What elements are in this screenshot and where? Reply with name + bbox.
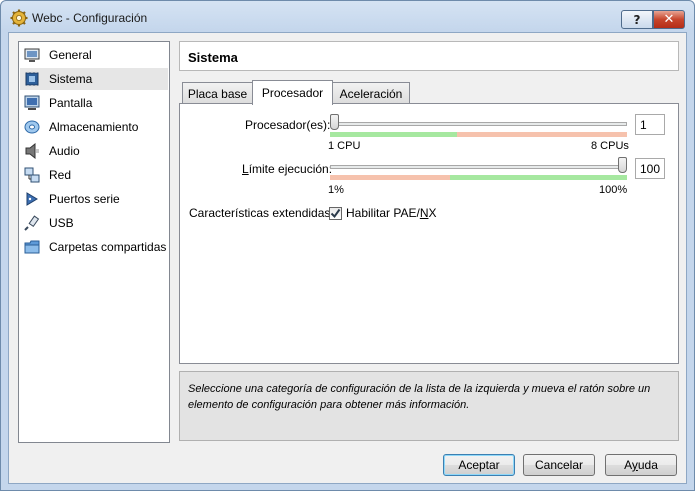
tab-panel: Procesador(es): 1 1 CPU 8 CPUs Límite ej… [179,103,679,364]
section-header: Sistema [179,41,679,71]
exec-cap-max-label: 100% [599,184,628,196]
help-title-label: ? [633,12,641,27]
sidebar-item-label: Pantalla [49,96,93,110]
exec-cap-slider-thumb[interactable] [618,157,627,173]
tab-label: Placa base [187,86,248,101]
exec-cap-slider-track[interactable] [330,165,627,169]
sidebar-item-label: USB [49,216,74,230]
tab-label: Aceleración [339,86,403,101]
close-icon: ✕ [663,12,675,27]
sidebar-item-label: Puertos serie [49,192,120,206]
accept-label: Aceptar [458,458,500,472]
help-title-button[interactable]: ? [621,10,653,29]
processor-zone-good [330,132,457,137]
sidebar-item-general[interactable]: General [20,44,168,66]
help-button[interactable]: Ayuda [605,454,677,476]
sidebar-item-red[interactable]: Red [20,164,168,186]
gear-icon [10,9,28,27]
processor-zone-bad [457,132,627,137]
processor-count-value: 1 [640,118,647,132]
exec-cap-value: 100 [640,162,661,176]
settings-window: Webc - Configuración ? ✕ General Sistema… [0,0,695,491]
dialog-body: General Sistema Pantalla Almacenamiento … [8,32,687,484]
usb-icon [24,215,40,231]
exec-cap-label: Límite ejecución: [242,162,333,176]
speaker-icon [25,143,39,159]
title-bar[interactable]: Webc - Configuración ? ✕ [1,1,694,33]
exec-cap-min-label: 1% [328,184,344,196]
exec-cap-zone-bad [330,175,450,180]
processor-slider-track[interactable] [330,122,627,126]
extended-features-label: Características extendidas: [189,206,334,220]
cancel-label: Cancelar [534,458,584,472]
category-list: General Sistema Pantalla Almacenamiento … [18,41,170,443]
sidebar-item-sistema[interactable]: Sistema [20,68,168,90]
help-label: Ayuda [624,458,658,472]
exec-cap-zone-good [450,175,627,180]
sidebar-item-label: Sistema [49,72,93,86]
sidebar-item-label: Audio [49,144,80,158]
sidebar-item-label: Red [49,168,72,182]
sidebar-item-carpetas-compartidas[interactable]: Carpetas compartidas [20,236,168,258]
sidebar-item-label: Carpetas compartidas [49,240,167,254]
tab-placa-base[interactable]: Placa base [182,82,253,104]
window-title: Webc - Configuración [32,11,148,25]
serial-port-icon [26,192,38,206]
sidebar-item-audio[interactable]: Audio [20,140,168,162]
exec-cap-input[interactable]: 100 [635,158,665,179]
sidebar-item-pantalla[interactable]: Pantalla [20,92,168,114]
tab-aceleracion[interactable]: Aceleración [332,82,410,104]
sidebar-item-almacenamiento[interactable]: Almacenamiento [20,116,168,138]
tab-label: Procesador [261,86,324,100]
pae-nx-checkbox[interactable] [329,207,342,220]
tab-procesador[interactable]: Procesador [252,80,333,105]
display-icon [24,95,40,110]
sidebar-item-usb[interactable]: USB [20,212,168,234]
disk-icon [24,120,40,134]
info-box: Seleccione una categoría de configuració… [179,371,679,441]
processor-slider-thumb[interactable] [330,114,339,130]
checkmark-icon [330,208,341,219]
processor-min-label: 1 CPU [328,140,361,152]
pae-nx-label[interactable]: Habilitar PAE/NX [346,206,437,220]
page-title: Sistema [188,50,238,65]
network-icon [24,167,40,183]
sidebar-item-puertos-serie[interactable]: Puertos serie [20,188,168,210]
monitor-icon [24,48,40,62]
processor-count-input[interactable]: 1 [635,114,665,135]
close-button[interactable]: ✕ [653,10,685,29]
info-text: Seleccione una categoría de configuració… [188,383,651,411]
sidebar-item-label: Almacenamiento [49,120,139,134]
processor-max-label: 8 CPUs [591,140,629,152]
accept-button[interactable]: Aceptar [443,454,515,476]
cancel-button[interactable]: Cancelar [523,454,595,476]
chip-icon [25,71,39,87]
processor-label: Procesador(es): [245,118,331,132]
folder-icon [24,240,40,254]
sidebar-item-label: General [49,48,92,62]
